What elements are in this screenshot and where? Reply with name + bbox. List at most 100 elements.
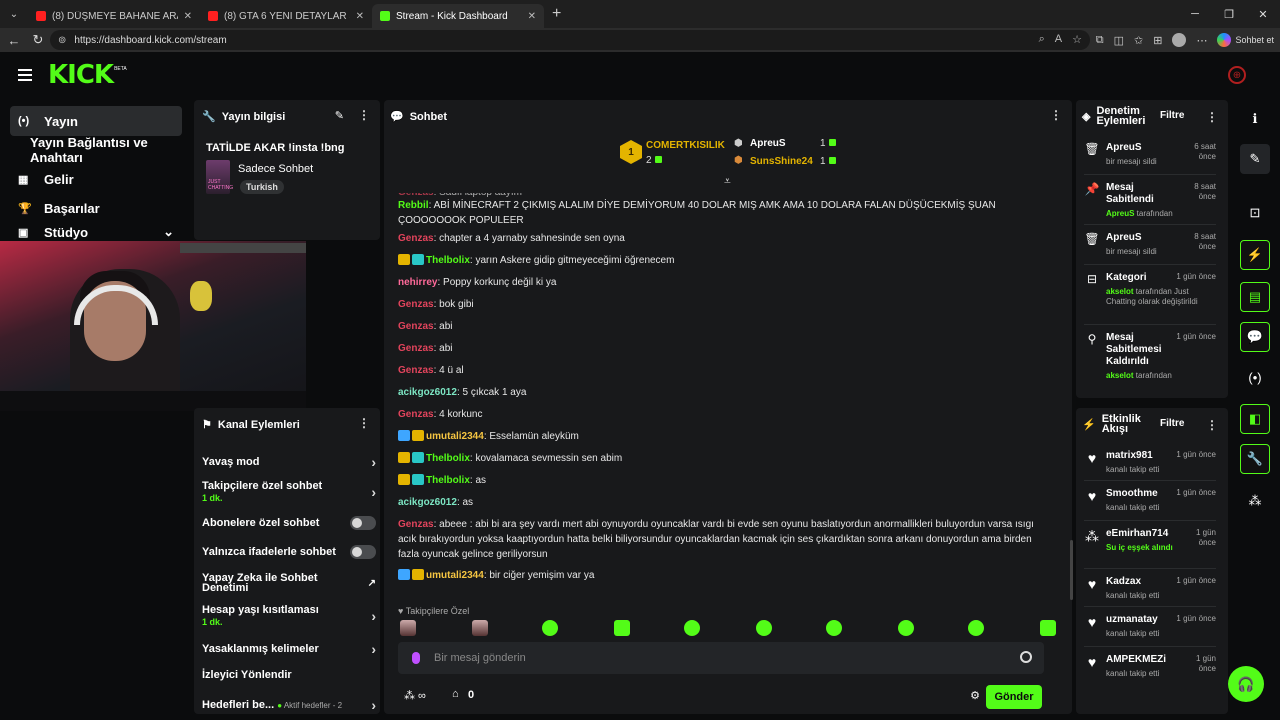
wrench-icon[interactable]: 🔧 xyxy=(1240,444,1270,474)
reload-icon[interactable]: ↻ xyxy=(26,32,50,48)
slow-mode-row[interactable]: Yavaş mod › xyxy=(202,454,376,470)
microphone-icon[interactable] xyxy=(412,652,420,664)
leader-third-name[interactable]: SunsShine24 xyxy=(750,156,813,167)
split-screen-icon[interactable]: ◫ xyxy=(1114,34,1124,47)
chat-username[interactable]: nehirrey xyxy=(398,277,437,288)
browser-tab[interactable]: (8) DÜŞMEYE BAHANE ARAMAK | ✕ xyxy=(28,4,200,28)
chat-username[interactable]: Genzas xyxy=(398,299,434,310)
url-field[interactable]: ⊚ https://dashboard.kick.com/stream ⌕ A … xyxy=(50,30,1090,50)
ai-moderation-row[interactable]: Yapay Zeka ile Sohbet Denetimi ↗ xyxy=(202,573,376,594)
leader-first-name[interactable]: COMERTKISILIK xyxy=(646,140,725,151)
drops-infinity-icon[interactable]: ⁂ ∞ xyxy=(404,689,426,702)
filter-button[interactable]: Filtre xyxy=(1160,418,1184,429)
sidebar-item-stream[interactable]: (•) Yayın xyxy=(10,106,182,136)
moderator-name[interactable]: akselot xyxy=(1106,287,1134,296)
close-tab-icon[interactable]: ✕ xyxy=(184,11,192,22)
new-tab-icon[interactable]: + xyxy=(552,5,561,23)
minimize-icon[interactable]: ─ xyxy=(1178,0,1212,28)
kebab-menu-icon[interactable]: ⋮ xyxy=(1206,418,1218,432)
maximize-icon[interactable]: ❐ xyxy=(1212,0,1246,28)
edit-pencil-icon[interactable]: ✎ xyxy=(335,109,344,122)
chat-input-field[interactable]: Bir mesaj gönderin xyxy=(398,642,1044,674)
emote-image[interactable] xyxy=(400,620,416,636)
activity-item[interactable]: ♥ Kadzax kanalı takip etti 1 gün önce xyxy=(1084,576,1216,601)
collections-icon[interactable]: ⊞ xyxy=(1153,34,1162,47)
kebab-menu-icon[interactable]: ⋮ xyxy=(358,416,370,430)
kick-emote-icon[interactable] xyxy=(1040,620,1056,636)
activity-item[interactable]: ♥ uzmanatay kanalı takip etti 1 gün önce xyxy=(1084,614,1216,639)
filter-button[interactable]: Filtre xyxy=(1160,110,1184,121)
chat-username[interactable]: acikgoz6012 xyxy=(398,497,457,508)
chat-username[interactable]: umutali2344 xyxy=(426,431,484,442)
followers-only-row[interactable]: Takipçilere özel sohbet 1 dk. › xyxy=(202,480,376,503)
chat-username[interactable]: Genzas xyxy=(398,233,434,244)
site-info-icon[interactable]: ⊚ xyxy=(58,35,66,46)
moderation-item[interactable]: ⚲ Mesaj Sabitlemesi Kaldırıldı akselot tar… xyxy=(1084,332,1216,381)
drops-icon[interactable]: ⁂ xyxy=(1240,486,1270,516)
kick-emote-icon[interactable] xyxy=(542,620,558,636)
favorites-icon[interactable]: ✩ xyxy=(1134,34,1143,47)
moderation-item[interactable]: ⊟ Kategori akselot tarafından Just Chattin… xyxy=(1084,272,1216,307)
collapse-pinned-icon[interactable]: ⩡ xyxy=(724,174,731,189)
chat-username[interactable]: Genzas xyxy=(398,343,434,354)
banned-words-row[interactable]: Yasaklanmış kelimeler › xyxy=(202,641,376,657)
copilot-button[interactable]: Sohbet et xyxy=(1217,33,1274,47)
support-headset-icon[interactable]: 🎧 xyxy=(1228,666,1264,702)
chat-settings-gear-icon[interactable]: ⚙ xyxy=(970,689,980,702)
chat-username[interactable]: Rebbil xyxy=(398,200,429,211)
chat-username[interactable]: Thelbolix xyxy=(426,453,470,464)
lightning-icon[interactable]: ⚡ xyxy=(1240,240,1270,270)
kick-emote-icon[interactable] xyxy=(968,620,984,636)
raid-row[interactable]: İzleyici Yönlendir xyxy=(202,669,376,681)
kick-logo[interactable]: KICK BETA xyxy=(48,60,127,90)
close-window-icon[interactable]: ✕ xyxy=(1246,0,1280,28)
tab-list-chevron-icon[interactable]: ⌄ xyxy=(0,0,28,28)
sidebar-item-studio[interactable]: ▣ Stüdyo ⌄ xyxy=(10,222,182,242)
favorite-star-icon[interactable]: ☆ xyxy=(1072,33,1082,46)
kebab-menu-icon[interactable]: ⋮ xyxy=(358,108,370,122)
extensions-icon[interactable]: ⧉ xyxy=(1096,34,1104,47)
chat-username[interactable]: Genzas xyxy=(398,321,434,332)
chat-username[interactable]: Thelbolix xyxy=(426,255,470,266)
user-avatar-icon[interactable]: ⊕ xyxy=(1228,66,1246,84)
account-age-row[interactable]: Hesap yaşı kısıtlaması 1 dk. › xyxy=(202,604,376,627)
kick-emote-icon[interactable] xyxy=(614,620,630,636)
moderation-item[interactable]: 🗑 ApreuS bir mesajı sildi 6 saat önce xyxy=(1084,142,1216,167)
profile-avatar[interactable] xyxy=(1172,33,1187,47)
chat-username[interactable]: umutali2344 xyxy=(426,570,484,581)
close-tab-icon[interactable]: ✕ xyxy=(356,11,364,22)
activity-item[interactable]: ⁂ eEmirhan714 Su iç eşşek alındı 1 gün önce xyxy=(1084,528,1216,553)
chat-username[interactable]: Genzas xyxy=(398,409,434,420)
sidebar-item-achievements[interactable]: 🏆 Başarılar xyxy=(10,193,182,223)
zoom-icon[interactable]: ⌕ xyxy=(1039,33,1045,46)
emote-only-toggle[interactable] xyxy=(350,545,376,559)
browser-tab-active[interactable]: Stream - Kick Dashboard ✕ xyxy=(372,4,544,28)
activity-item[interactable]: ♥ matrix981 kanalı takip etti 1 gün önce xyxy=(1084,450,1216,475)
close-tab-icon[interactable]: ✕ xyxy=(528,11,536,22)
chat-username[interactable]: acikgoz6012 xyxy=(398,387,457,398)
chat-bubble-icon[interactable]: 💬 xyxy=(1240,322,1270,352)
back-icon[interactable]: ← xyxy=(2,33,26,48)
activity-item[interactable]: ♥ Smoothme kanalı takip etti 1 gün önce xyxy=(1084,488,1216,513)
emoji-picker-icon[interactable] xyxy=(1020,651,1032,663)
screenshot-icon[interactable]: ⊡ xyxy=(1240,198,1270,228)
subscribers-only-toggle[interactable] xyxy=(350,516,376,530)
activity-item[interactable]: ♥ AMPEKMEZi kanalı takip etti 1 gün önce xyxy=(1084,654,1216,679)
kick-emote-icon[interactable] xyxy=(684,620,700,636)
chat-username[interactable]: Genzas xyxy=(398,519,434,530)
info-icon[interactable]: ℹ xyxy=(1240,104,1270,134)
kick-emote-icon[interactable] xyxy=(826,620,842,636)
read-aloud-icon[interactable]: A xyxy=(1055,33,1062,46)
sidebar-item-stream-key[interactable]: Yayın Bağlantısı ve Anahtarı xyxy=(22,135,194,165)
emote-image[interactable] xyxy=(472,620,488,636)
send-button[interactable]: Gönder xyxy=(986,685,1042,709)
hamburger-menu-icon[interactable] xyxy=(18,69,32,81)
kick-emote-icon[interactable] xyxy=(898,620,914,636)
store-icon[interactable]: ⌂ xyxy=(452,688,459,700)
chat-username[interactable]: Genzas xyxy=(398,365,434,376)
sidebar-item-revenue[interactable]: ▦ Gelir xyxy=(10,164,182,194)
browser-tab[interactable]: (8) GTA 6 YENİ DETAYLAR SIZDI! Y ✕ xyxy=(200,4,372,28)
leader-second-name[interactable]: ApreuS xyxy=(750,138,786,149)
moderation-item[interactable]: 📌 Mesaj Sabitlendi ApreuS tarafından 8 saat… xyxy=(1084,182,1216,219)
moderator-name[interactable]: ApreuS xyxy=(1106,209,1134,218)
